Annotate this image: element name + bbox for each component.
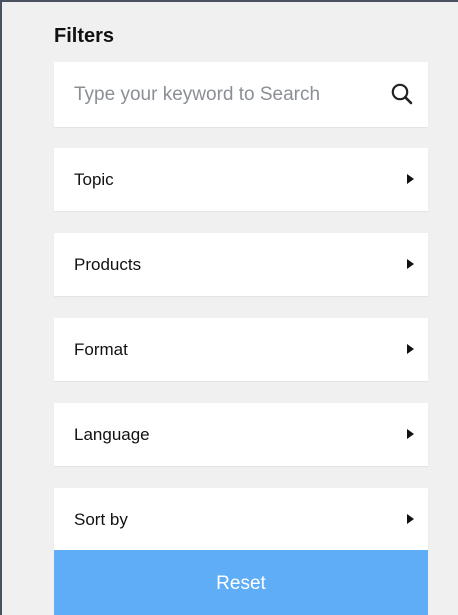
filter-label: Language — [74, 425, 150, 444]
reset-button[interactable]: Reset — [54, 550, 428, 615]
search-box — [54, 62, 428, 127]
caret-right-icon — [407, 429, 414, 439]
search-input[interactable] — [54, 62, 374, 127]
filter-products[interactable]: Products — [54, 233, 428, 296]
caret-right-icon — [407, 514, 414, 524]
filter-label: Sort by — [74, 510, 128, 529]
filter-label: Products — [74, 255, 142, 274]
filter-language[interactable]: Language — [54, 403, 428, 466]
filters-panel: Filters Topic Products Format Language S… — [0, 0, 458, 615]
caret-right-icon — [407, 344, 414, 354]
filter-label: Topic — [74, 170, 114, 189]
caret-right-icon — [407, 174, 414, 184]
filter-topic[interactable]: Topic — [54, 148, 428, 211]
search-icon[interactable] — [390, 82, 414, 106]
filter-sort-by[interactable]: Sort by — [54, 488, 428, 551]
caret-right-icon — [407, 259, 414, 269]
filter-format[interactable]: Format — [54, 318, 428, 381]
filter-label: Format — [74, 340, 128, 359]
filters-title: Filters — [54, 25, 115, 47]
